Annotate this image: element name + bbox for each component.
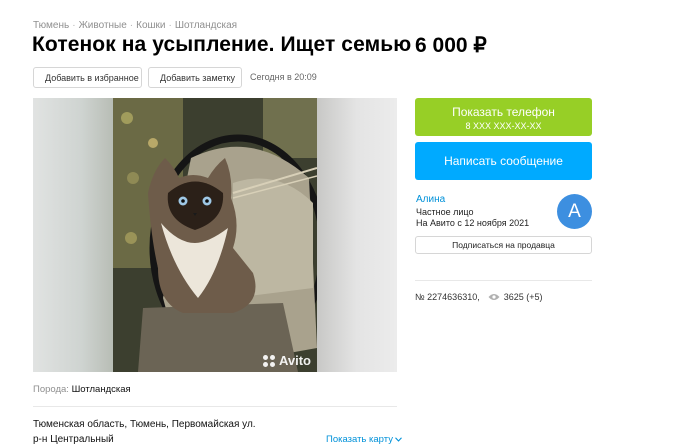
ad-meta: № 2274636310, 3625 (+5) [415,292,543,302]
photo-gallery[interactable]: Avito [33,98,397,372]
show-map-link[interactable]: Показать карту [326,434,402,445]
breadcrumb-item-city[interactable]: Тюмень [33,20,69,31]
page-title: Котенок на усыпление. Ищет семью [32,33,412,56]
write-message-button[interactable]: Написать сообщение [415,142,592,180]
breadcrumb-separator: · [72,20,76,31]
avito-watermark: Avito [262,353,311,368]
seller-since: На Авито с 12 ноября 2021 [416,218,530,228]
breadcrumb-separator: · [129,20,134,31]
add-to-favorites-label: Добавить в избранное [45,72,139,83]
add-note-label: Добавить заметку [160,72,235,83]
breadcrumb-item-cats[interactable]: Кошки [136,20,165,31]
breed-value: Шотландская [71,384,131,395]
seller-type: Частное лицо [416,207,474,217]
breed-param: Порода: Шотландская [33,384,131,395]
breadcrumb-separator: · [168,20,172,31]
add-note-button[interactable]: Добавить заметку [148,67,242,88]
show-phone-button[interactable]: Показать телефон 8 XXX XXX-XX-XX [415,98,592,136]
posted-date: Сегодня в 20:09 [250,72,317,82]
avito-logo-icon [262,354,275,367]
divider [415,280,592,281]
breadcrumb-item-animals[interactable]: Животные [79,20,127,31]
divider [33,406,397,407]
breadcrumb: Тюмень · Животные · Кошки · Шотландская [33,20,237,31]
avatar[interactable]: A [557,194,592,229]
add-to-favorites-button[interactable]: Добавить в избранное [33,67,142,88]
show-map-label: Показать карту [326,434,393,445]
show-phone-label: Показать телефон [452,105,555,119]
cat-photo-illustration [113,98,317,372]
gallery-blur-left [33,98,113,372]
chevron-down-icon [395,437,402,442]
subscribe-seller-button[interactable]: Подписаться на продавца [415,236,592,254]
watermark-text: Avito [278,353,311,368]
view-count: 3625 (+5) [503,292,543,302]
eye-icon [488,294,500,300]
seller-name-link[interactable]: Алина [416,194,445,205]
cat-photo[interactable]: Avito [113,98,317,372]
address-line: Тюменская область, Тюмень, Первомайская … [33,419,256,430]
price: 6 000 ₽ [415,34,487,57]
phone-masked: 8 XXX XXX-XX-XX [465,121,542,131]
breed-key: Порода: [33,384,69,395]
gallery-blur-right [317,98,397,372]
address-district: р-н Центральный [33,434,114,445]
ad-number: № 2274636310, [415,292,480,302]
breadcrumb-item-breed[interactable]: Шотландская [175,20,237,31]
